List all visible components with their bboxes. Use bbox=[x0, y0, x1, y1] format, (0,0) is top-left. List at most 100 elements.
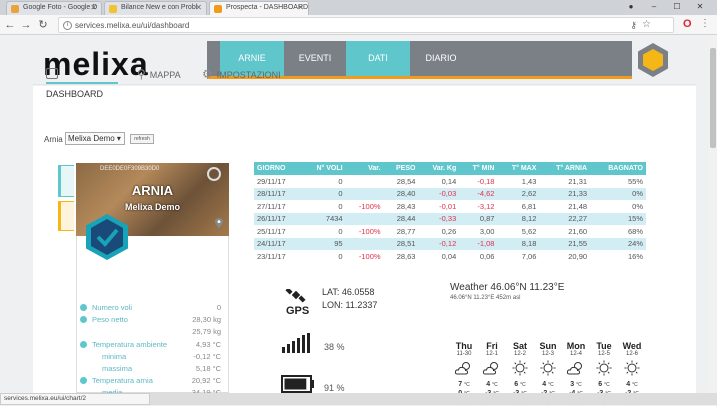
col-voli[interactable]: N° VOLI bbox=[301, 162, 346, 175]
table-row[interactable]: 27/11/17 0 -100% 28,43 -0,01 -3,12 6,81 21,48 0% bbox=[254, 200, 646, 213]
table-header-row: GIORNO N° VOLI Var. PESO Var. Kg T° MIN … bbox=[254, 162, 646, 175]
col-tmax[interactable]: T° MAX bbox=[497, 162, 540, 175]
info-icon[interactable]: i bbox=[63, 21, 72, 30]
col-tarnia[interactable]: T° ARNIA bbox=[539, 162, 591, 175]
table-cell-varkg: 0,04 bbox=[441, 251, 457, 261]
close-window-icon[interactable]: ✕ bbox=[691, 0, 709, 14]
tab-mappa[interactable]: ⚲ MAPPA bbox=[137, 64, 189, 84]
table-cell-tmin: 0,06 bbox=[479, 251, 495, 261]
forward-icon[interactable]: → bbox=[19, 17, 33, 33]
table-cell-bagnato: 24% bbox=[590, 237, 646, 250]
map-pin-icon: ⚲ bbox=[137, 67, 146, 81]
hive-metric-row: 25,79 kg bbox=[80, 326, 225, 338]
table-cell-tmax: 6,81 bbox=[521, 201, 537, 211]
weather-unit: °C bbox=[604, 382, 610, 388]
close-tab-icon[interactable]: ✕ bbox=[90, 3, 97, 12]
tab-impostazioni[interactable]: ⚙ IMPOSTAZIONI bbox=[202, 64, 288, 84]
nav-diario[interactable]: DIARIO bbox=[410, 41, 472, 76]
partly-cloudy-icon bbox=[478, 357, 506, 379]
sun-icon bbox=[590, 357, 618, 379]
table-cell-peso: 28,77 bbox=[396, 226, 416, 236]
refresh-button[interactable]: refresh bbox=[130, 134, 154, 144]
close-tab-icon[interactable]: ✕ bbox=[297, 3, 304, 12]
user-icon[interactable]: ● bbox=[622, 0, 640, 14]
melixa-favicon-icon bbox=[214, 5, 222, 13]
star-icon[interactable]: ☆ bbox=[642, 19, 651, 30]
weather-unit: °C bbox=[464, 382, 470, 388]
weather-unit: °C bbox=[520, 382, 526, 388]
table-cell-tarnia: 21,60 bbox=[568, 226, 588, 236]
col-bagnato[interactable]: BAGNATO bbox=[590, 162, 646, 175]
table-cell-var bbox=[346, 175, 384, 188]
gps-longitude: LON: 11.2337 bbox=[322, 300, 378, 310]
weather-high-temp: 6 °C bbox=[506, 381, 534, 388]
hive-metric-value: 4,93 °C bbox=[195, 339, 221, 349]
back-icon[interactable]: ← bbox=[3, 17, 17, 33]
table-cell-tarnia: 21,48 bbox=[568, 201, 588, 211]
maximize-icon[interactable]: ☐ bbox=[668, 0, 686, 14]
daily-data-table: GIORNO N° VOLI Var. PESO Var. Kg T° MIN … bbox=[254, 162, 646, 263]
hive-metric-row: minima -0,12 °C bbox=[80, 351, 225, 363]
minimize-icon[interactable]: – bbox=[645, 0, 663, 14]
hive-metric-row: Numero voli 0 bbox=[80, 302, 225, 314]
table-cell-peso: 28,54 bbox=[396, 176, 416, 186]
partly-cloudy-icon bbox=[562, 357, 590, 379]
gear-icon: ⚙ bbox=[202, 67, 213, 81]
weather-high-value: 6 bbox=[598, 381, 603, 388]
table-row[interactable]: 23/11/17 0 -100% 28,63 0,04 0,06 7,06 20,90 16% bbox=[254, 250, 646, 263]
table-row[interactable]: 24/11/17 95 28,51 -0,12 -1,08 8,18 21,55 24% bbox=[254, 237, 646, 250]
weather-day-name: Mon bbox=[566, 341, 586, 351]
table-cell-tmin: 3,00 bbox=[479, 226, 495, 236]
hive-metric-value: 20,92 °C bbox=[191, 376, 221, 386]
url-text[interactable]: services.melixa.eu/ui/dashboard bbox=[75, 21, 189, 30]
table-cell-giorno: 23/11/17 bbox=[257, 251, 286, 261]
weather-day-name: Thu bbox=[455, 341, 473, 351]
nav-dati[interactable]: DATI bbox=[346, 41, 410, 76]
table-cell-bagnato: 68% bbox=[627, 226, 643, 236]
hive-metric-label: Temperatura arnia bbox=[92, 376, 153, 386]
key-icon[interactable]: ⚷ bbox=[630, 20, 637, 31]
dashboard-icon bbox=[46, 68, 58, 79]
battery-value: 91 % bbox=[324, 383, 345, 393]
page-scrollbar-thumb[interactable] bbox=[710, 48, 716, 148]
table-cell-giorno: 28/11/17 bbox=[254, 187, 302, 200]
weather-high-temp: 3 °C bbox=[562, 381, 590, 388]
reload-icon[interactable]: ↻ bbox=[36, 17, 50, 33]
hive-status-hex-icon bbox=[86, 214, 128, 260]
table-row[interactable]: 25/11/17 0 -100% 28,77 0,26 3,00 5,62 21,60 68% bbox=[254, 225, 646, 238]
table-cell-voli: 7434 bbox=[301, 212, 346, 225]
table-row[interactable]: 26/11/17 7434 28,44 -0,33 0,87 8,12 22,27 15% bbox=[254, 212, 646, 225]
weather-high-temp: 4 °C bbox=[534, 381, 562, 388]
metric-icon bbox=[80, 304, 87, 311]
table-cell-tmax: 2,62 bbox=[497, 187, 540, 200]
location-pin-icon[interactable] bbox=[215, 218, 223, 228]
table-cell-peso: 28,40 bbox=[383, 187, 419, 200]
hive-subtitle: Melixa Demo bbox=[124, 202, 181, 212]
opera-icon[interactable]: O bbox=[683, 18, 692, 30]
table-cell-tmin: -0,18 bbox=[477, 176, 495, 186]
table-row[interactable]: 28/11/17 0 28,40 -0,03 -4,62 2,62 21,33 0% bbox=[254, 187, 646, 200]
close-tab-icon[interactable]: ✕ bbox=[195, 3, 202, 12]
browser-tab[interactable]: Bilance New e con Probl ✕ bbox=[104, 1, 207, 15]
table-cell-tarnia: 21,33 bbox=[539, 187, 591, 200]
hive-settings-icon[interactable] bbox=[207, 167, 221, 181]
browser-tab[interactable]: Google Foto - Google D ✕ bbox=[6, 1, 102, 15]
col-giorno[interactable]: GIORNO bbox=[254, 162, 302, 175]
sun-icon bbox=[618, 357, 646, 379]
col-var-kg[interactable]: Var. Kg bbox=[418, 162, 460, 175]
col-peso[interactable]: PESO bbox=[383, 162, 419, 175]
nav-eventi[interactable]: EVENTI bbox=[284, 41, 346, 76]
weather-unit: °C bbox=[548, 382, 554, 388]
table-cell-varkg: -0,33 bbox=[418, 212, 460, 225]
table-row[interactable]: 29/11/17 0 28,54 0,14 -0,18 1,43 21,31 55% bbox=[254, 175, 646, 188]
table-cell-giorno: 27/11/17 bbox=[257, 201, 286, 211]
address-bar[interactable]: i services.melixa.eu/ui/dashboard ⚷ ☆ bbox=[58, 17, 674, 33]
menu-icon[interactable]: ⋮ bbox=[700, 18, 710, 29]
browser-tab-active[interactable]: Prospecta - DASHBOARD ✕ bbox=[209, 1, 309, 15]
tab-dashboard[interactable]: DASHBOARD bbox=[46, 64, 118, 99]
col-var[interactable]: Var. bbox=[345, 162, 384, 175]
weather-high-value: 4 bbox=[542, 381, 547, 388]
arnia-select[interactable]: Melixa Demo ▾ bbox=[65, 132, 125, 145]
table-cell-var bbox=[345, 237, 384, 250]
col-tmin[interactable]: T° MIN bbox=[459, 162, 498, 175]
